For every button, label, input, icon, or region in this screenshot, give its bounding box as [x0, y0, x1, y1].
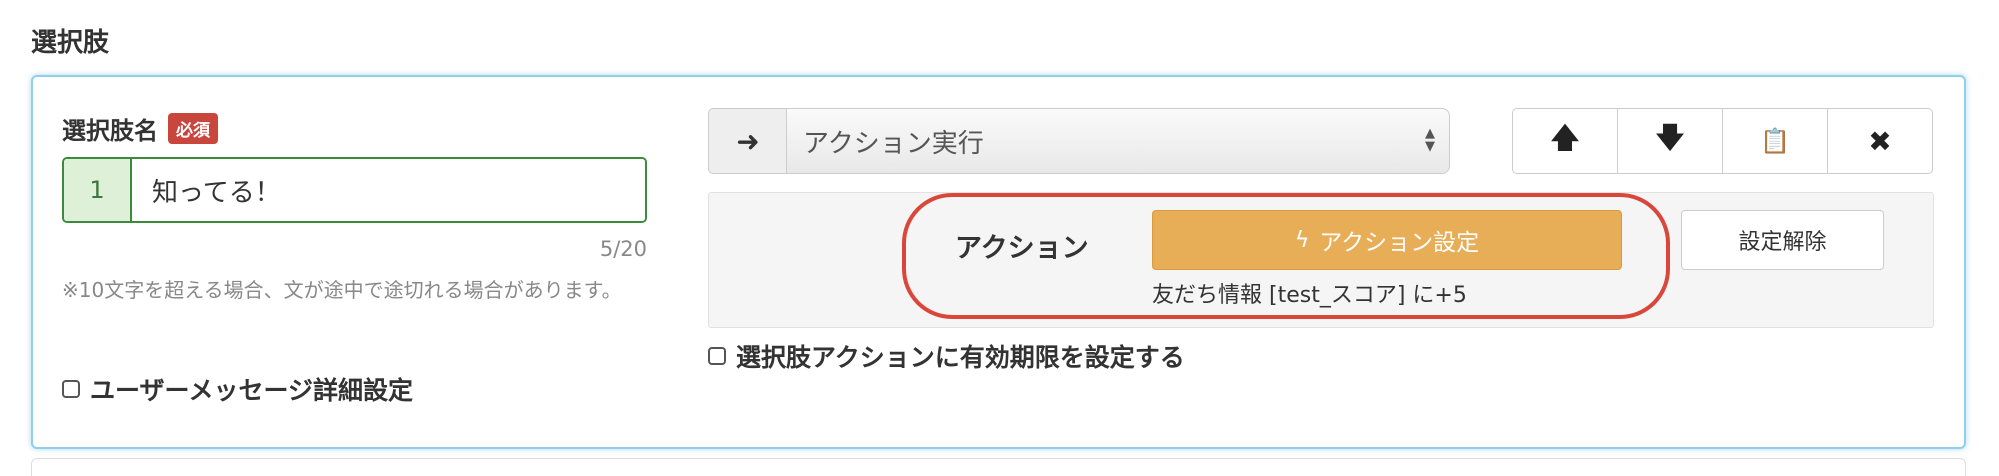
action-expire-checkbox[interactable] — [708, 347, 726, 365]
action-summary: 友だち情報 [test_スコア] に+5 — [1152, 283, 1467, 308]
paste-icon: 📋 — [1760, 127, 1790, 155]
choice-name-input[interactable] — [132, 159, 645, 221]
action-expire-checkbox-row[interactable]: 選択肢アクションに有効期限を設定する — [708, 338, 1185, 374]
arrow-down-icon: 🡇 — [1655, 121, 1685, 154]
bolt-icon: ϟ — [1294, 227, 1310, 253]
choice-label-row: 選択肢名 必須 — [62, 111, 218, 146]
choice-name-label: 選択肢名 — [62, 117, 158, 145]
arrow-up-icon: 🡅 — [1550, 121, 1580, 154]
close-icon: ✖ — [1868, 124, 1892, 158]
length-note: ※10文字を超える場合、文が途中で途切れる場合があります。 — [62, 278, 622, 302]
action-settings-button[interactable]: ϟ アクション設定 — [1152, 210, 1622, 270]
action-type-select[interactable]: アクション実行 ▲ ▼ — [786, 108, 1450, 174]
char-count: 5/20 — [599, 237, 647, 261]
paste-button[interactable]: 📋 — [1722, 108, 1828, 174]
user-message-setting-checkbox[interactable] — [62, 380, 80, 398]
action-expire-label: 選択肢アクションに有効期限を設定する — [736, 343, 1185, 372]
section-title: 選択肢 — [31, 28, 110, 58]
action-type-selected: アクション実行 — [803, 128, 984, 159]
action-settings-button-label: アクション設定 — [1319, 230, 1480, 256]
next-choice-card — [31, 458, 1966, 476]
required-badge: 必須 — [168, 113, 218, 144]
choice-index: 1 — [64, 159, 132, 221]
action-label: アクション — [955, 233, 1089, 264]
delete-button[interactable]: ✖ — [1827, 108, 1933, 174]
select-caret-icon: ▲ ▼ — [1425, 126, 1435, 154]
move-down-button[interactable]: 🡇 — [1617, 108, 1723, 174]
arrow-right-icon: ➜ — [708, 108, 788, 174]
user-message-setting-checkbox-row[interactable]: ユーザーメッセージ詳細設定 — [62, 371, 413, 407]
unset-action-button[interactable]: 設定解除 — [1681, 210, 1884, 270]
user-message-setting-label: ユーザーメッセージ詳細設定 — [90, 376, 414, 405]
move-up-button[interactable]: 🡅 — [1512, 108, 1618, 174]
choice-name-input-group: 1 — [62, 157, 647, 223]
choice-toolbar: 🡅 🡇 📋 ✖ — [1512, 108, 1933, 174]
